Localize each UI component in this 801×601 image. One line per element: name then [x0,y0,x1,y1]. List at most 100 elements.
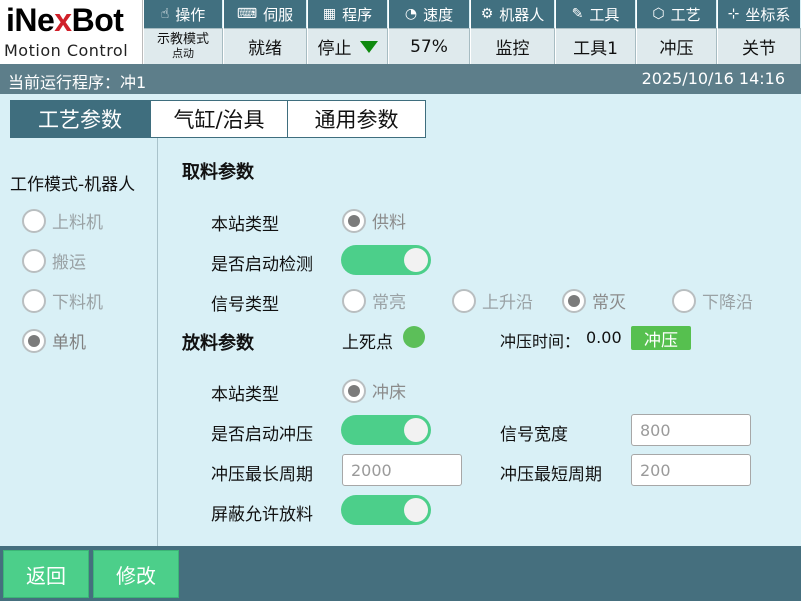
signal-width-label: 信号宽度 [500,425,568,445]
servo-value-text: 就绪 [248,39,282,59]
speed-icon: ◔ [404,6,418,22]
tab-servo-label: 伺服 [263,5,294,24]
bottom-bar: 返回 修改 [0,546,801,601]
radio-icon [22,288,46,313]
radio-icon [22,248,46,273]
place-station-type-label: 本站类型 [211,385,279,405]
brand-logo: iNexBot Motion Control [0,0,143,64]
brand-name: iNexBot [6,2,124,39]
enable-detect-toggle[interactable] [341,245,431,275]
tab-operation-label: 操作 [175,5,206,24]
brand-subtitle: Motion Control [4,41,129,60]
signal-option-label: 常灭 [592,293,626,313]
servo-value[interactable]: 就绪 [224,28,307,64]
signal-option-falling-edge[interactable]: 下降沿 [672,288,753,313]
tab-coordinate[interactable]: ⊹ 坐标系 [718,0,801,28]
tab-process[interactable]: ⬡ 工艺 [637,0,717,28]
back-button[interactable]: 返回 [3,550,89,598]
place-station-type-option[interactable]: 冲床 [342,378,406,403]
mode-option-unloader[interactable]: 下料机 [22,288,103,313]
speed-value[interactable]: 57% [389,28,470,64]
tab-process-label: 工艺 [670,5,701,24]
tab-robot-label: 机器人 [499,5,545,24]
min-cycle-input[interactable]: 200 [631,454,751,486]
radio-selected-icon [342,378,366,403]
coordinate-value[interactable]: 关节 [718,28,801,64]
brand-part-2: Bot [71,2,124,38]
enable-press-label: 是否启动冲压 [211,425,313,445]
tab-coordinate-label: 坐标系 [745,5,791,24]
mode-option-label: 单机 [52,333,86,353]
servo-icon: ⌨ [236,6,258,22]
pick-station-type-label: 本站类型 [211,215,279,235]
mode-value-sub: 点动 [172,46,194,60]
tab-operation[interactable]: ☝ 操作 [144,0,223,28]
press-time-value: 0.00 [586,328,622,347]
brand-part-1: iNe [6,2,55,38]
place-station-type-value: 冲床 [372,383,406,403]
tab-general-params[interactable]: 通用参数 [287,100,426,138]
place-params-title: 放料参数 [182,333,254,354]
signal-option-label: 上升沿 [482,293,533,313]
datetime: 2025/10/16 14:16 [641,69,785,88]
brand-part-x: x [54,2,72,38]
tab-program[interactable]: ▦ 程序 [308,0,388,28]
robot-value[interactable]: 监控 [471,28,555,64]
pick-params-title: 取料参数 [182,162,254,183]
modify-button[interactable]: 修改 [93,550,179,598]
process-icon: ⬡ [652,6,665,22]
tdc-indicator-icon [403,326,425,348]
speed-value-text: 57% [410,36,448,57]
signal-option-label: 下降沿 [702,293,753,313]
min-cycle-label: 冲压最短周期 [500,465,602,485]
mode-value[interactable]: 示教模式 点动 [144,28,223,64]
enable-press-toggle[interactable] [341,415,431,445]
current-program: 当前运行程序：冲1 [8,73,147,92]
process-value[interactable]: 冲压 [637,28,717,64]
status-bar: 当前运行程序：冲1 2025/10/16 14:16 [0,64,801,94]
signal-option-rising-edge[interactable]: 上升沿 [452,288,533,313]
signal-width-input[interactable]: 800 [631,414,751,446]
radio-icon [22,208,46,233]
work-mode-title: 工作模式-机器人 [10,175,136,195]
axis-icon: ⊹ [727,6,740,22]
max-cycle-input[interactable]: 2000 [342,454,462,486]
program-state[interactable]: 停止 [308,28,388,64]
press-button[interactable]: 冲压 [631,326,691,351]
process-value-text: 冲压 [659,39,694,59]
mode-option-loader[interactable]: 上料机 [22,208,103,233]
mode-option-transport[interactable]: 搬运 [22,248,86,273]
mode-option-standalone[interactable]: 单机 [22,328,86,353]
header-bar: iNexBot Motion Control ☝ 操作 示教模式 点动 ⌨ 伺服… [0,0,801,64]
tdc-label: 上死点 [342,333,393,353]
mode-value-main: 示教模式 [156,31,209,47]
mask-allow-toggle[interactable] [341,495,431,525]
tab-servo[interactable]: ⌨ 伺服 [224,0,307,28]
signal-option-always-on[interactable]: 常亮 [342,288,406,313]
program-state-text: 停止 [317,39,352,59]
enable-detect-label: 是否启动检测 [211,255,313,275]
radio-selected-icon [562,288,586,313]
tab-robot[interactable]: ⚙ 机器人 [471,0,555,28]
mode-option-label: 搬运 [52,253,86,273]
tab-cylinder-fixture[interactable]: 气缸/治具 [150,100,288,138]
tool-value-text: 工具1 [573,39,618,59]
tab-process-params[interactable]: 工艺参数 [10,100,150,138]
pick-station-type-option[interactable]: 供料 [342,208,406,233]
radio-icon [672,288,696,313]
mode-option-label: 上料机 [52,213,103,233]
signal-type-label: 信号类型 [211,295,279,315]
tool-value[interactable]: 工具1 [556,28,636,64]
hand-icon: ☝ [160,6,170,22]
mode-option-label: 下料机 [52,293,103,313]
work-mode-panel: 工作模式-机器人 上料机 搬运 下料机 单机 [0,138,158,546]
tab-tool[interactable]: ✎ 工具 [556,0,636,28]
tab-speed-label: 速度 [423,5,454,24]
wrench-icon: ✎ [571,6,584,22]
signal-option-always-off[interactable]: 常灭 [562,288,626,313]
tab-speed[interactable]: ◔ 速度 [389,0,470,28]
press-time-label: 冲压时间： [500,332,581,351]
radio-icon [452,288,476,313]
coordinate-value-text: 关节 [742,39,776,59]
max-cycle-label: 冲压最长周期 [211,465,313,485]
